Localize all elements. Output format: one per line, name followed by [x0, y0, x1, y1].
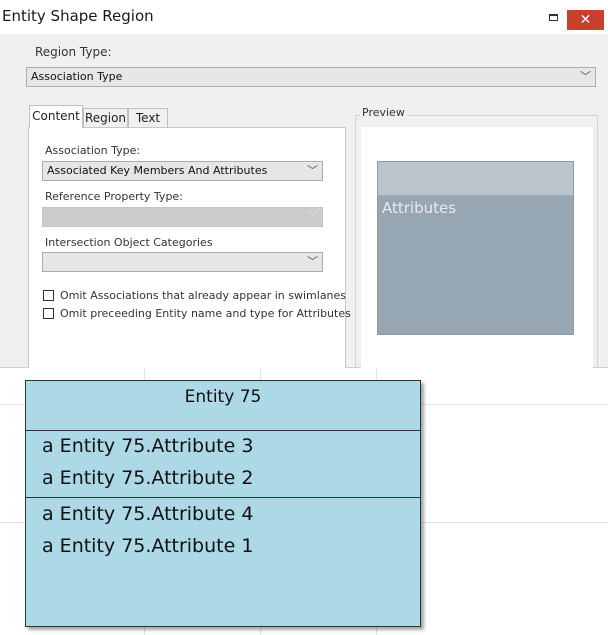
- association-type-select[interactable]: Associated Key Members And Attributes ﹀: [42, 161, 323, 181]
- chevron-down-icon: ﹀: [307, 255, 318, 268]
- dialog-title: Entity Shape Region: [2, 7, 154, 25]
- preview-entity-header: [378, 162, 573, 196]
- omit-associations-checkbox-row[interactable]: Omit Associations that already appear in…: [43, 289, 346, 302]
- maximize-icon: [548, 13, 558, 21]
- tab-region-label: Region: [84, 111, 127, 125]
- omit-associations-checkbox[interactable]: [43, 290, 54, 301]
- key-attribute[interactable]: a Entity 75.Attribute 3: [42, 435, 253, 457]
- association-type-value: Associated Key Members And Attributes: [47, 164, 268, 177]
- intersection-object-categories-label: Intersection Object Categories: [45, 236, 213, 249]
- preview-entity-shape: Attributes: [377, 161, 574, 335]
- tab-content-label: Content: [32, 109, 80, 123]
- region-type-value: Association Type: [31, 70, 123, 83]
- reference-property-type-select: ﹀: [42, 207, 323, 227]
- attribute[interactable]: a Entity 75.Attribute 1: [42, 535, 253, 557]
- entity-header-divider: [26, 430, 420, 431]
- region-type-label: Region Type:: [35, 45, 112, 59]
- entity-key-divider: [26, 497, 420, 498]
- chevron-down-icon: ﹀: [307, 164, 318, 177]
- maximize-button[interactable]: [546, 11, 560, 23]
- close-button[interactable]: ✕: [567, 10, 604, 30]
- chevron-down-icon: ﹀: [307, 210, 318, 223]
- omit-entity-name-checkbox-row[interactable]: Omit preceeding Entity name and type for…: [43, 307, 351, 320]
- omit-entity-name-label: Omit preceeding Entity name and type for…: [60, 307, 351, 320]
- tab-text[interactable]: Text: [128, 108, 168, 127]
- title-bar: Entity Shape Region ✕: [0, 0, 608, 34]
- association-type-label: Association Type:: [45, 144, 141, 157]
- region-type-select[interactable]: Association Type ﹀: [26, 67, 596, 87]
- omit-associations-label: Omit Associations that already appear in…: [60, 289, 347, 302]
- tab-content[interactable]: Content: [29, 105, 83, 128]
- reference-property-type-label: Reference Property Type:: [45, 190, 183, 203]
- tab-text-label: Text: [135, 111, 161, 125]
- preview-label: Preview: [360, 106, 407, 119]
- entity-shape-region-dialog: Entity Shape Region ✕ Region Type: Assoc…: [0, 0, 608, 368]
- entity-name: Entity 75: [184, 387, 262, 407]
- close-icon: ✕: [579, 12, 592, 28]
- preview-attributes-text: Attributes: [382, 199, 457, 217]
- attribute[interactable]: a Entity 75.Attribute 4: [42, 503, 253, 525]
- intersection-object-categories-select[interactable]: ﹀: [42, 252, 323, 272]
- tab-region[interactable]: Region: [83, 108, 128, 127]
- key-attribute[interactable]: a Entity 75.Attribute 2: [42, 467, 253, 489]
- entity-shape[interactable]: Entity 75 a Entity 75.Attribute 3 a Enti…: [25, 380, 421, 627]
- chevron-down-icon: ﹀: [580, 70, 591, 83]
- omit-entity-name-checkbox[interactable]: [43, 308, 54, 319]
